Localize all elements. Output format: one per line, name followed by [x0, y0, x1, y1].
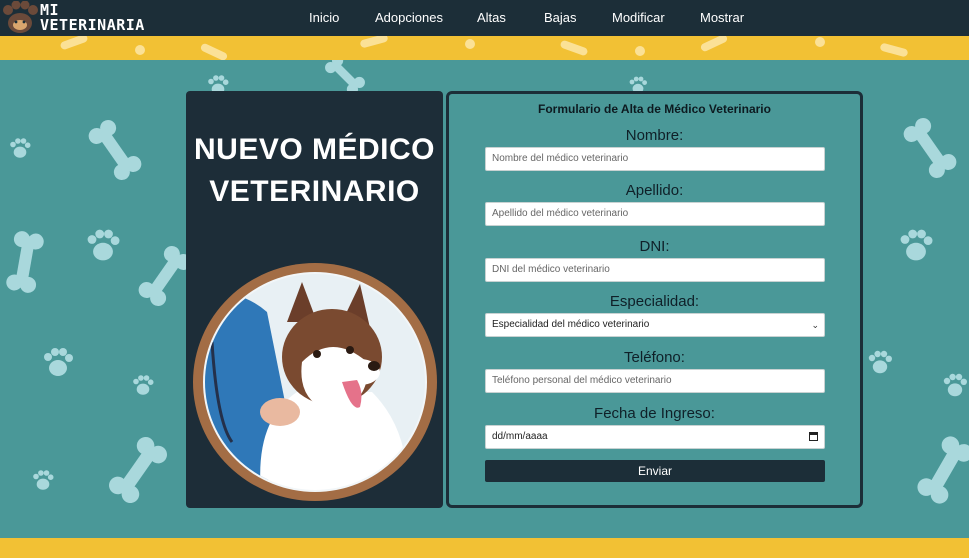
bottom-stripe — [0, 538, 969, 558]
calendar-icon[interactable] — [809, 432, 818, 441]
dni-label: DNI: — [639, 238, 670, 255]
especialidad-label: Especialidad: — [609, 293, 700, 310]
nombre-label: Nombre: — [625, 127, 684, 144]
nombre-input[interactable]: Nombre del médico veterinario — [485, 147, 825, 171]
apellido-label: Apellido: — [625, 182, 684, 199]
top-stripe — [0, 36, 969, 60]
nav-bajas[interactable]: Bajas — [544, 10, 577, 25]
fecha-label: Fecha de Ingreso: — [594, 405, 715, 422]
enviar-button[interactable]: Enviar — [485, 460, 825, 482]
nav-modificar[interactable]: Modificar — [612, 10, 665, 25]
apellido-input[interactable]: Apellido del médico veterinario — [485, 202, 825, 226]
brand-line2: VETERINARIA — [40, 16, 145, 34]
top-navbar: MI VETERINARIA Inicio Adopciones Altas B… — [0, 0, 969, 36]
especialidad-value: Especialidad del médico veterinario — [492, 319, 650, 330]
hero-title-line1: NUEVO MÉDICO — [193, 133, 436, 166]
hero-title-line2: VETERINARIO — [209, 175, 420, 208]
fecha-value: dd/mm/aaaa — [492, 431, 548, 442]
nav-mostrar[interactable]: Mostrar — [700, 10, 744, 25]
telefono-label: Teléfono: — [624, 349, 685, 366]
telefono-input[interactable]: Teléfono personal del médico veterinario — [485, 369, 825, 393]
alta-form: Formulario de Alta de Médico Veterinario… — [446, 91, 863, 508]
especialidad-select[interactable]: Especialidad del médico veterinario ⌄ — [485, 313, 825, 337]
chevron-down-icon: ⌄ — [811, 320, 819, 330]
husky-dog-with-vet-photo — [193, 263, 437, 501]
form-title: Formulario de Alta de Médico Veterinario — [538, 102, 771, 116]
hero-card: NUEVO MÉDICO VETERINARIO — [186, 91, 443, 508]
brand-logo[interactable]: MI VETERINARIA — [2, 0, 145, 36]
stripe-pattern — [60, 36, 908, 60]
dni-input[interactable]: DNI del médico veterinario — [485, 258, 825, 282]
nav-inicio[interactable]: Inicio — [309, 10, 339, 25]
fecha-input[interactable]: dd/mm/aaaa — [485, 425, 825, 449]
nav-altas[interactable]: Altas — [477, 10, 506, 25]
hero-title: NUEVO MÉDICO VETERINARIO — [186, 129, 443, 213]
nav-adopciones[interactable]: Adopciones — [375, 10, 443, 25]
paw-icon — [3, 1, 38, 33]
